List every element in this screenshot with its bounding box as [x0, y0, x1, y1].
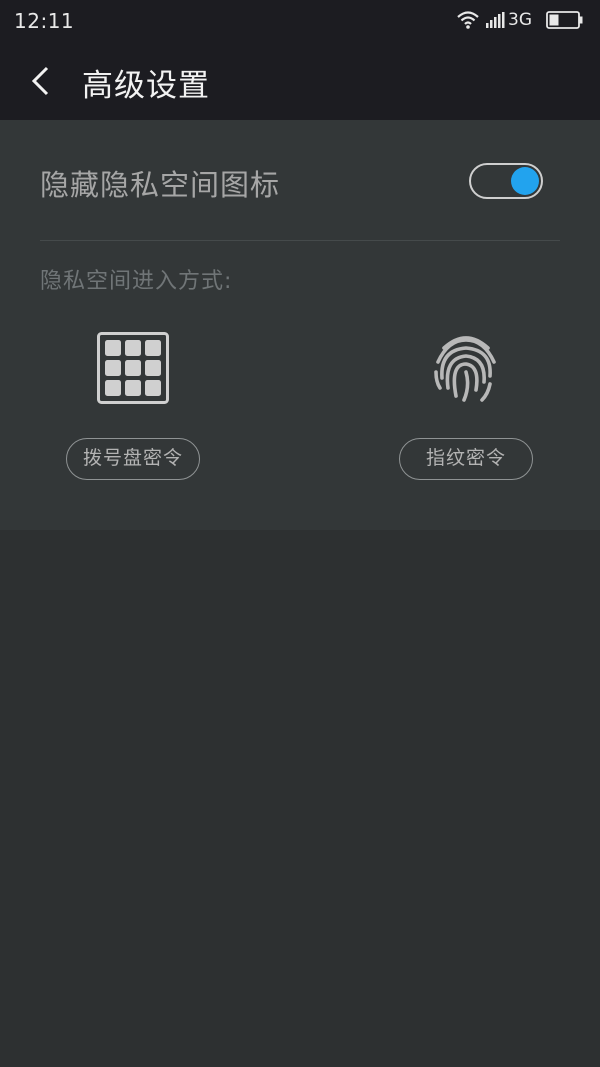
hide-icon-toggle[interactable]: [469, 163, 543, 199]
network-type: 3G: [508, 10, 532, 30]
status-bar: 12:11 3G: [0, 0, 600, 42]
signal-icon: [486, 12, 505, 28]
status-time: 12:11: [14, 9, 75, 33]
page-title: 高级设置: [82, 68, 210, 104]
wifi-icon: [457, 11, 479, 29]
dialpad-grid-icon: [97, 332, 169, 404]
entry-methods-label: 隐私空间进入方式:: [40, 269, 233, 294]
fingerprint-password-button[interactable]: 指纹密令: [399, 438, 533, 480]
fingerprint-icon: [434, 336, 496, 402]
fingerprint-method: 指纹密令: [399, 332, 533, 480]
dialpad-method: 拨号盘密令: [66, 332, 200, 480]
hide-icon-label: 隐藏隐私空间图标: [40, 168, 281, 202]
chevron-left-icon: [31, 66, 49, 96]
back-button[interactable]: [18, 58, 64, 104]
content-area: [0, 530, 600, 1067]
toggle-knob: [511, 167, 539, 195]
dialpad-password-button[interactable]: 拨号盘密令: [66, 438, 200, 480]
divider: [40, 240, 560, 241]
app-bar: 高级设置: [0, 42, 600, 120]
settings-panel: 隐藏隐私空间图标 隐私空间进入方式: 拨号盘密令 指纹密令: [0, 120, 600, 530]
battery-icon: [546, 11, 583, 29]
